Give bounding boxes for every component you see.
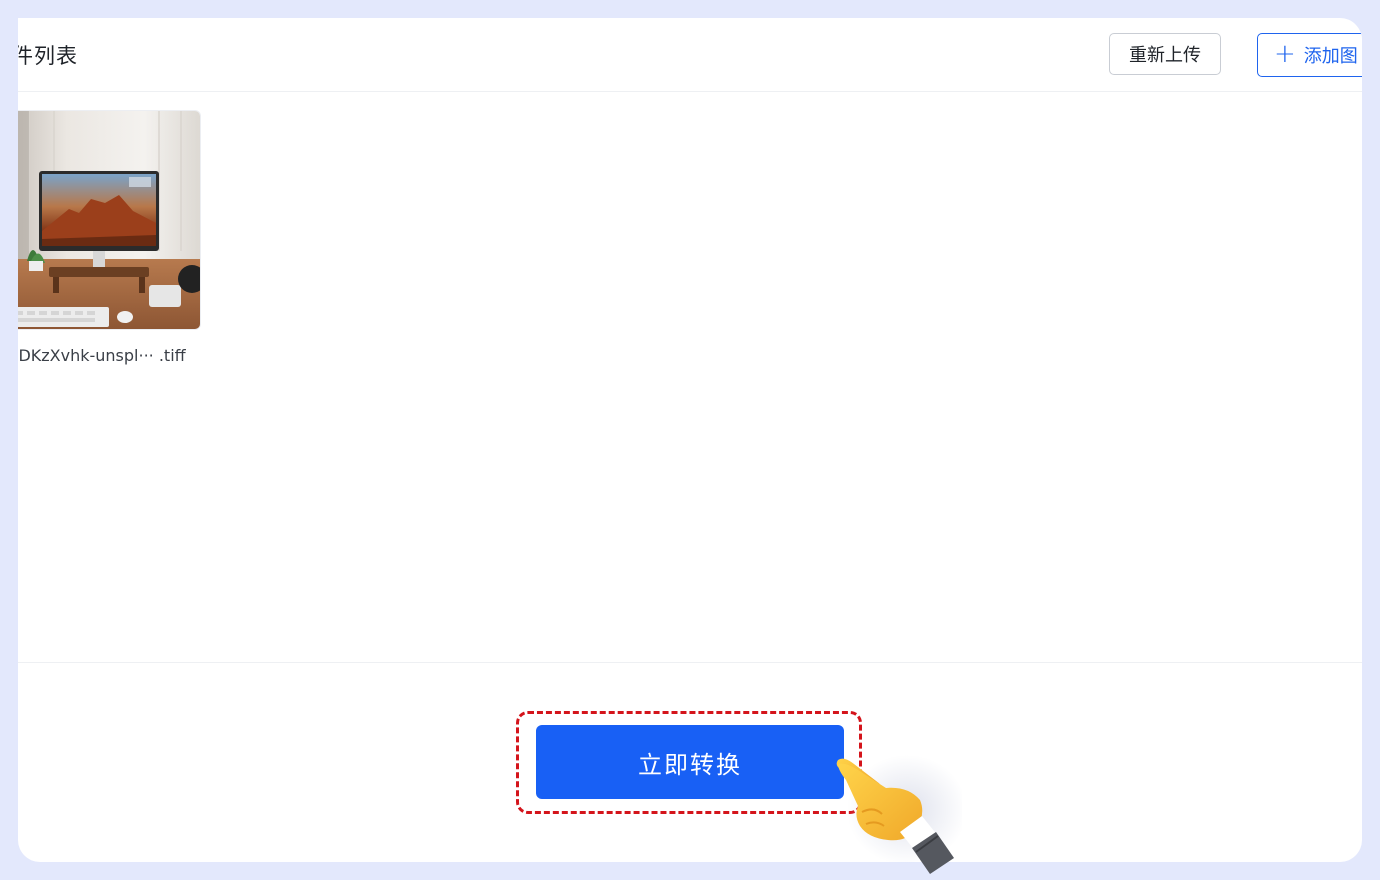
pointing-hand-icon	[836, 755, 962, 874]
add-image-button[interactable]: + 添加图	[1257, 33, 1362, 77]
footer-divider	[18, 662, 1362, 663]
page-title: 件列表	[18, 44, 78, 68]
main-panel: 件列表 重新上传 + 添加图 lDKzXvhk-unspl··· .tiff 立…	[18, 18, 1362, 862]
file-thumbnail[interactable]	[18, 110, 201, 330]
header-bar: 件列表 重新上传 + 添加图	[18, 18, 1362, 92]
plus-icon: +	[1274, 39, 1296, 69]
desk-monitor-photo	[18, 111, 200, 329]
add-image-label: 添加图	[1303, 46, 1358, 67]
file-name: lDKzXvhk-unspl··· .tiff	[18, 346, 186, 365]
convert-now-button[interactable]: 立即转换	[536, 725, 844, 799]
reupload-button[interactable]: 重新上传	[1109, 33, 1221, 75]
